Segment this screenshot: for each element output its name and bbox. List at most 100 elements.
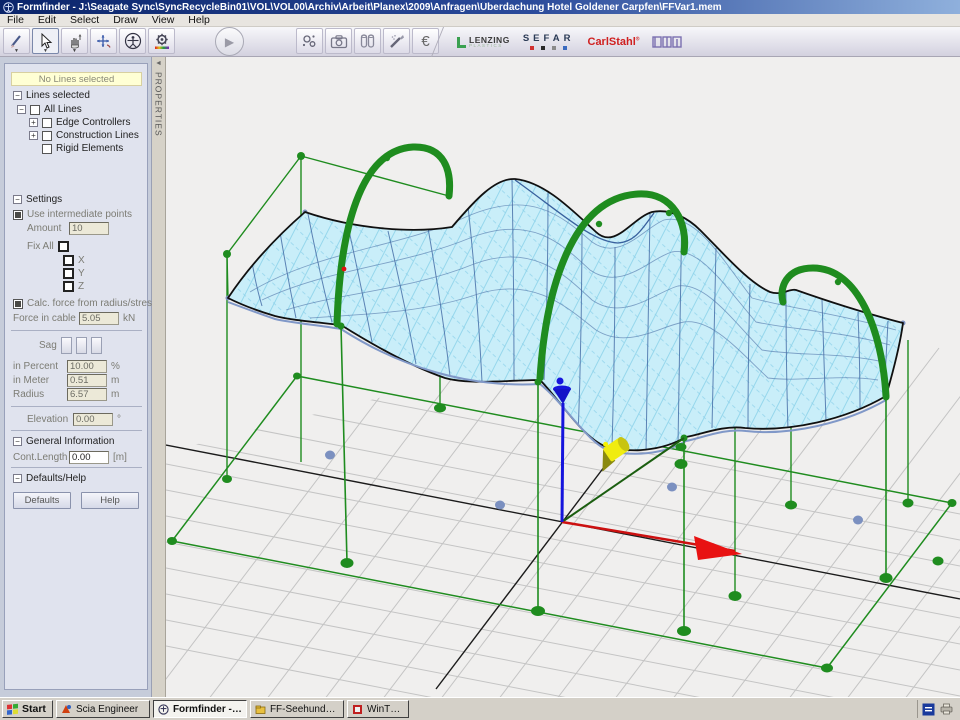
collapse-panel-icon[interactable]: ◄ (155, 60, 162, 68)
elevation-input[interactable] (73, 413, 113, 426)
radius-input[interactable] (67, 388, 107, 401)
sag-mode-button-1[interactable] (61, 337, 72, 354)
snapshot-tool-button[interactable] (325, 28, 352, 54)
render-settings-tool-button[interactable] (148, 28, 175, 54)
expander-icon[interactable]: + (29, 118, 38, 127)
general-info-header: General Information (26, 436, 114, 447)
titlebar: Formfinder - J:\Seagate Sync\SyncRecycle… (0, 0, 960, 14)
viewport-canvas[interactable] (166, 57, 960, 697)
cont-length-input[interactable] (69, 451, 109, 464)
defaults-button[interactable]: Defaults (13, 492, 71, 509)
airbrush-icon (388, 33, 405, 50)
defaults-help-header: Defaults/Help (26, 473, 86, 484)
cont-length-unit: [m] (113, 452, 127, 463)
start-label: Start (22, 703, 46, 715)
sag-mode-button-3[interactable] (91, 337, 102, 354)
in-meter-label: in Meter (13, 375, 63, 386)
sponsor-logos: LENZING PLASTICS SEFAR CarlStahl® (456, 30, 682, 54)
menu-select[interactable]: Select (63, 14, 106, 26)
move-rotate-tool-button[interactable] (90, 28, 117, 54)
pan-hand-icon (67, 33, 83, 49)
taskbar-item-scia[interactable]: Scia Engineer (56, 700, 150, 718)
dropdown-caret-icon[interactable]: ▼ (43, 49, 48, 54)
select-tool-button[interactable]: ▼ (32, 28, 59, 54)
all-lines-checkbox[interactable] (30, 105, 40, 115)
taskbar-item-label: FF-Seehunde2 Screensh... (270, 704, 339, 715)
axis-z-tip (557, 378, 564, 385)
construction-lines-checkbox[interactable] (42, 131, 52, 141)
lenzing-logo-icon (456, 36, 467, 49)
collapse-icon[interactable]: − (13, 474, 22, 483)
tree-item-edge-controllers[interactable]: Edge Controllers (56, 117, 130, 128)
windows-logo-icon (6, 703, 19, 716)
wintv-icon (352, 704, 363, 715)
expander-icon[interactable]: − (17, 105, 26, 114)
rigid-elements-checkbox[interactable] (42, 144, 52, 154)
properties-panel: No Lines selected − Lines selected − All… (0, 57, 152, 697)
tree-item-rigid-elements[interactable]: Rigid Elements (56, 143, 123, 154)
render-gear-icon (153, 32, 171, 50)
window-title: Formfinder - J:\Seagate Sync\SyncRecycle… (17, 2, 722, 13)
menu-file[interactable]: File (0, 14, 31, 26)
edge-controllers-checkbox[interactable] (42, 118, 52, 128)
fix-x-checkbox[interactable] (63, 255, 74, 266)
pencil-icon (8, 33, 25, 50)
collapse-icon[interactable]: − (13, 437, 22, 446)
fix-all-checkbox[interactable] (58, 241, 69, 252)
fix-z-checkbox[interactable] (63, 281, 74, 292)
collapse-icon[interactable]: − (13, 91, 22, 100)
airbrush-tool-button[interactable] (383, 28, 410, 54)
lenzing-logo: LENZING PLASTICS (456, 36, 510, 49)
figure-view-tool-button[interactable] (119, 28, 146, 54)
cursor-icon (38, 33, 53, 49)
amount-input[interactable] (69, 222, 109, 235)
euro-icon: € (421, 33, 429, 50)
force-in-cable-input[interactable] (79, 312, 119, 325)
menu-draw[interactable]: Draw (106, 14, 145, 26)
formfinder-window: Formfinder - J:\Seagate Sync\SyncRecycle… (0, 0, 960, 720)
axis-z-line (562, 403, 563, 522)
gears-icon (301, 33, 318, 50)
dropdown-caret-icon[interactable]: ▼ (72, 49, 77, 54)
use-intermediate-checkbox[interactable] (13, 210, 23, 220)
carlstahl-logo: CarlStahl® (588, 36, 640, 48)
menu-edit[interactable]: Edit (31, 14, 63, 26)
draw-tool-button[interactable]: ▼ (3, 28, 30, 54)
sag-meter-input[interactable] (67, 374, 107, 387)
keyboard-layout-tray-icon[interactable] (922, 703, 935, 716)
start-button[interactable]: Start (2, 700, 53, 718)
cost-tool-button[interactable]: € (412, 28, 439, 54)
use-intermediate-label: Use intermediate points (27, 209, 132, 220)
calc-force-checkbox[interactable] (13, 299, 23, 309)
dropdown-caret-icon[interactable]: ▼ (14, 49, 19, 54)
pan-tool-button[interactable]: ▼ (61, 28, 88, 54)
help-button[interactable]: Help (81, 492, 139, 509)
mechanism-tool-button[interactable] (296, 28, 323, 54)
properties-group: No Lines selected − Lines selected − All… (4, 63, 148, 690)
run-formfinding-button[interactable]: ▶ (215, 27, 244, 56)
collapse-icon[interactable]: − (13, 195, 22, 204)
sag-mode-button-2[interactable] (76, 337, 87, 354)
sag-percent-input[interactable] (67, 360, 107, 373)
menu-help[interactable]: Help (181, 14, 217, 26)
taskbar-item-formfinder[interactable]: Formfinder - J:\Seaga... (153, 700, 247, 718)
expander-icon[interactable]: + (29, 131, 38, 140)
material-rolls-tool-button[interactable] (354, 28, 381, 54)
printer-tray-icon[interactable] (939, 703, 954, 715)
divider (11, 430, 142, 431)
taskbar-item-wintv[interactable]: WinTV32 (347, 700, 409, 718)
fix-y-label: Y (78, 268, 85, 279)
in-percent-label: in Percent (13, 361, 63, 372)
settings-header: Settings (26, 194, 62, 205)
percent-unit: % (111, 361, 120, 372)
tree-item-all-lines[interactable]: All Lines (44, 104, 82, 115)
taskbar-item-screenshot[interactable]: FF-Seehunde2 Screensh... (250, 700, 344, 718)
properties-tab[interactable]: ◄ PROPERTIES (152, 57, 166, 697)
selected-point-marker (342, 267, 347, 272)
menu-view[interactable]: View (145, 14, 182, 26)
vitruvian-man-icon (124, 32, 142, 50)
fix-y-checkbox[interactable] (63, 268, 74, 279)
rolls-icon (359, 33, 376, 49)
tree-item-construction-lines[interactable]: Construction Lines (56, 130, 139, 141)
app-icon (3, 2, 14, 13)
